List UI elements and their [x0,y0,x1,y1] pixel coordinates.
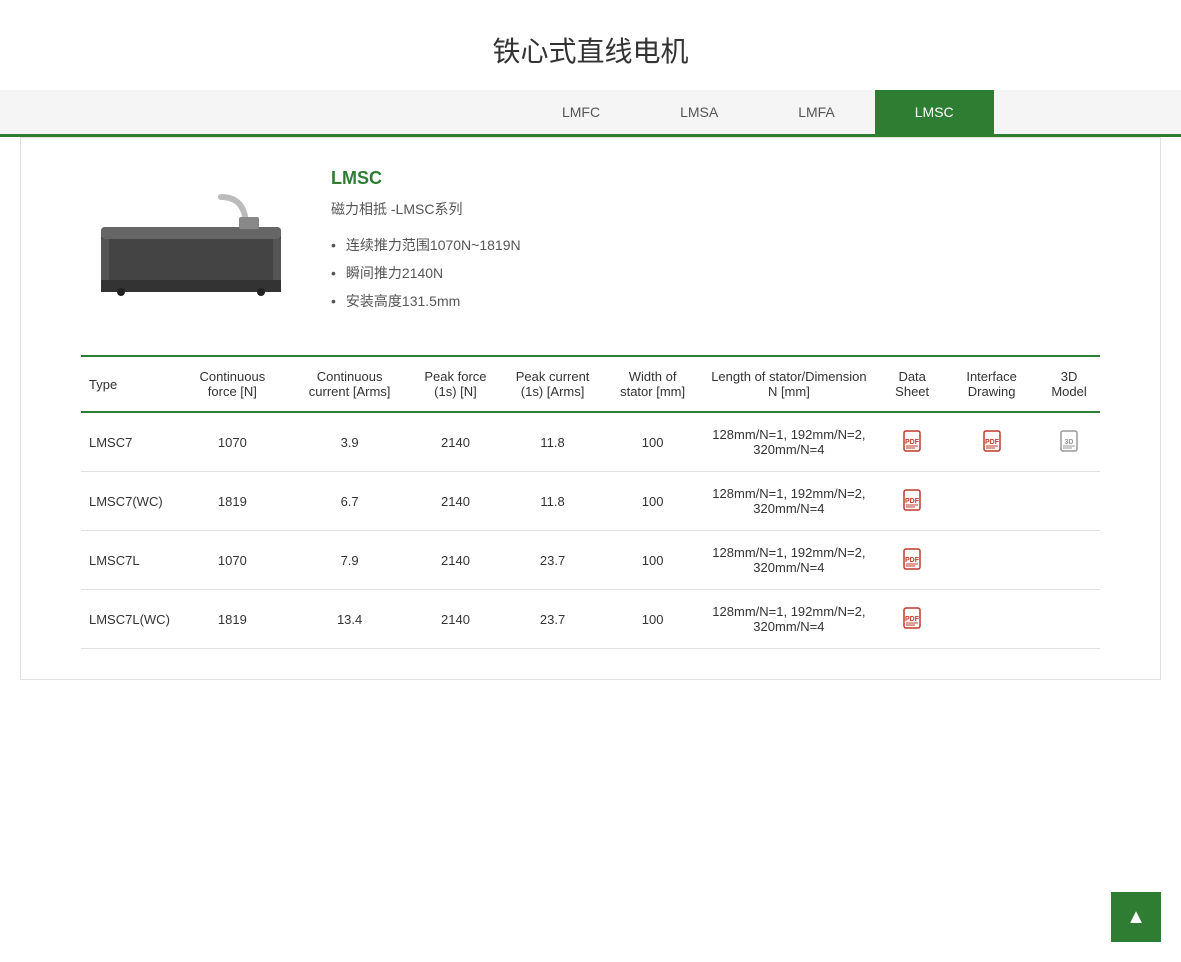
cell-type: LMSC7 [81,412,178,472]
cell-length: 128mm/N=1, 192mm/N=2, 320mm/N=4 [699,472,880,531]
cell-peak-force: 2140 [412,590,498,649]
col-peak-current: Peak current (1s) [Arms] [499,356,607,412]
back-to-top-button[interactable]: ▲ [1111,892,1161,942]
cell-data-sheet[interactable]: PDF [879,531,945,590]
cell-interface-drawing [945,472,1038,531]
product-image [81,168,301,315]
col-data-sheet: Data Sheet [879,356,945,412]
interface-drawing-icon[interactable]: PDF [983,430,1001,452]
cell-interface-drawing [945,531,1038,590]
col-length: Length of stator/Dimension N [mm] [699,356,880,412]
col-peak-force: Peak force (1s) [N] [412,356,498,412]
cell-peak-current: 11.8 [499,412,607,472]
product-subtitle: 磁力相抵 -LMSC系列 [331,199,1100,219]
cell-width: 100 [607,412,699,472]
product-name: LMSC [331,168,1100,189]
motor-svg [91,187,291,297]
tab-navigation: LMFC LMSA LMFA LMSC [0,90,1181,137]
cell-continuous-force: 1070 [178,412,287,472]
content-area: LMSC 磁力相抵 -LMSC系列 连续推力范围1070N~1819N 瞬间推力… [20,137,1161,680]
table-row: LMSC7L10707.9214023.7100128mm/N=1, 192mm… [81,531,1100,590]
back-to-top-icon: ▲ [1126,906,1146,929]
product-features: 连续推力范围1070N~1819N 瞬间推力2140N 安装高度131.5mm [331,231,1100,315]
col-width: Width of stator [mm] [607,356,699,412]
pdf-icon[interactable]: PDF [903,489,921,511]
svg-text:3D: 3D [1065,439,1074,446]
feature-2: 瞬间推力2140N [331,259,1100,287]
cell-3d-model [1038,590,1100,649]
cell-peak-current: 23.7 [499,531,607,590]
cell-data-sheet[interactable]: PDF [879,472,945,531]
cell-width: 100 [607,590,699,649]
cell-length: 128mm/N=1, 192mm/N=2, 320mm/N=4 [699,590,880,649]
product-section: LMSC 磁力相抵 -LMSC系列 连续推力范围1070N~1819N 瞬间推力… [81,168,1100,315]
tab-lmsa[interactable]: LMSA [640,90,758,134]
table-row: LMSC7L(WC)181913.4214023.7100128mm/N=1, … [81,590,1100,649]
col-3d-model: 3D Model [1038,356,1100,412]
cell-interface-drawing[interactable]: PDF [945,412,1038,472]
cell-peak-force: 2140 [412,412,498,472]
pdf-icon[interactable]: PDF [903,607,921,629]
svg-text:PDF: PDF [985,439,1000,446]
pdf-icon[interactable]: PDF [903,430,921,452]
cell-continuous-current: 3.9 [287,412,413,472]
feature-1: 连续推力范围1070N~1819N [331,231,1100,259]
svg-text:PDF: PDF [905,439,920,446]
page-title: 铁心式直线电机 [0,0,1181,90]
col-interface-drawing: Interface Drawing [945,356,1038,412]
cell-type: LMSC7L(WC) [81,590,178,649]
cell-continuous-force: 1819 [178,472,287,531]
tab-lmsc[interactable]: LMSC [875,90,994,134]
product-info: LMSC 磁力相抵 -LMSC系列 连续推力范围1070N~1819N 瞬间推力… [331,168,1100,315]
cell-peak-force: 2140 [412,472,498,531]
feature-3: 安装高度131.5mm [331,287,1100,315]
col-continuous-force: Continuous force [N] [178,356,287,412]
cell-continuous-force: 1070 [178,531,287,590]
cell-3d-model [1038,531,1100,590]
cell-peak-current: 23.7 [499,590,607,649]
table-header-row: Type Continuous force [N] Continuous cur… [81,356,1100,412]
table-row: LMSC710703.9214011.8100128mm/N=1, 192mm/… [81,412,1100,472]
cell-data-sheet[interactable]: PDF [879,412,945,472]
cell-type: LMSC7(WC) [81,472,178,531]
pdf-icon[interactable]: PDF [903,548,921,570]
col-continuous-current: Continuous current [Arms] [287,356,413,412]
cell-peak-current: 11.8 [499,472,607,531]
tab-lmfc[interactable]: LMFC [522,90,640,134]
cell-continuous-current: 13.4 [287,590,413,649]
cell-3d-model [1038,472,1100,531]
table-row: LMSC7(WC)18196.7214011.8100128mm/N=1, 19… [81,472,1100,531]
cell-length: 128mm/N=1, 192mm/N=2, 320mm/N=4 [699,412,880,472]
cell-width: 100 [607,472,699,531]
cell-width: 100 [607,531,699,590]
cell-continuous-force: 1819 [178,590,287,649]
tab-lmfa[interactable]: LMFA [758,90,875,134]
cell-type: LMSC7L [81,531,178,590]
cell-data-sheet[interactable]: PDF [879,590,945,649]
cell-interface-drawing [945,590,1038,649]
cell-3d-model[interactable]: 3D [1038,412,1100,472]
data-table: Type Continuous force [N] Continuous cur… [81,355,1100,649]
col-type: Type [81,356,178,412]
3d-model-icon[interactable]: 3D [1060,430,1078,452]
cell-peak-force: 2140 [412,531,498,590]
svg-text:PDF: PDF [905,557,920,564]
cell-continuous-current: 6.7 [287,472,413,531]
cell-continuous-current: 7.9 [287,531,413,590]
svg-text:PDF: PDF [905,616,920,623]
svg-text:PDF: PDF [905,498,920,505]
cell-length: 128mm/N=1, 192mm/N=2, 320mm/N=4 [699,531,880,590]
